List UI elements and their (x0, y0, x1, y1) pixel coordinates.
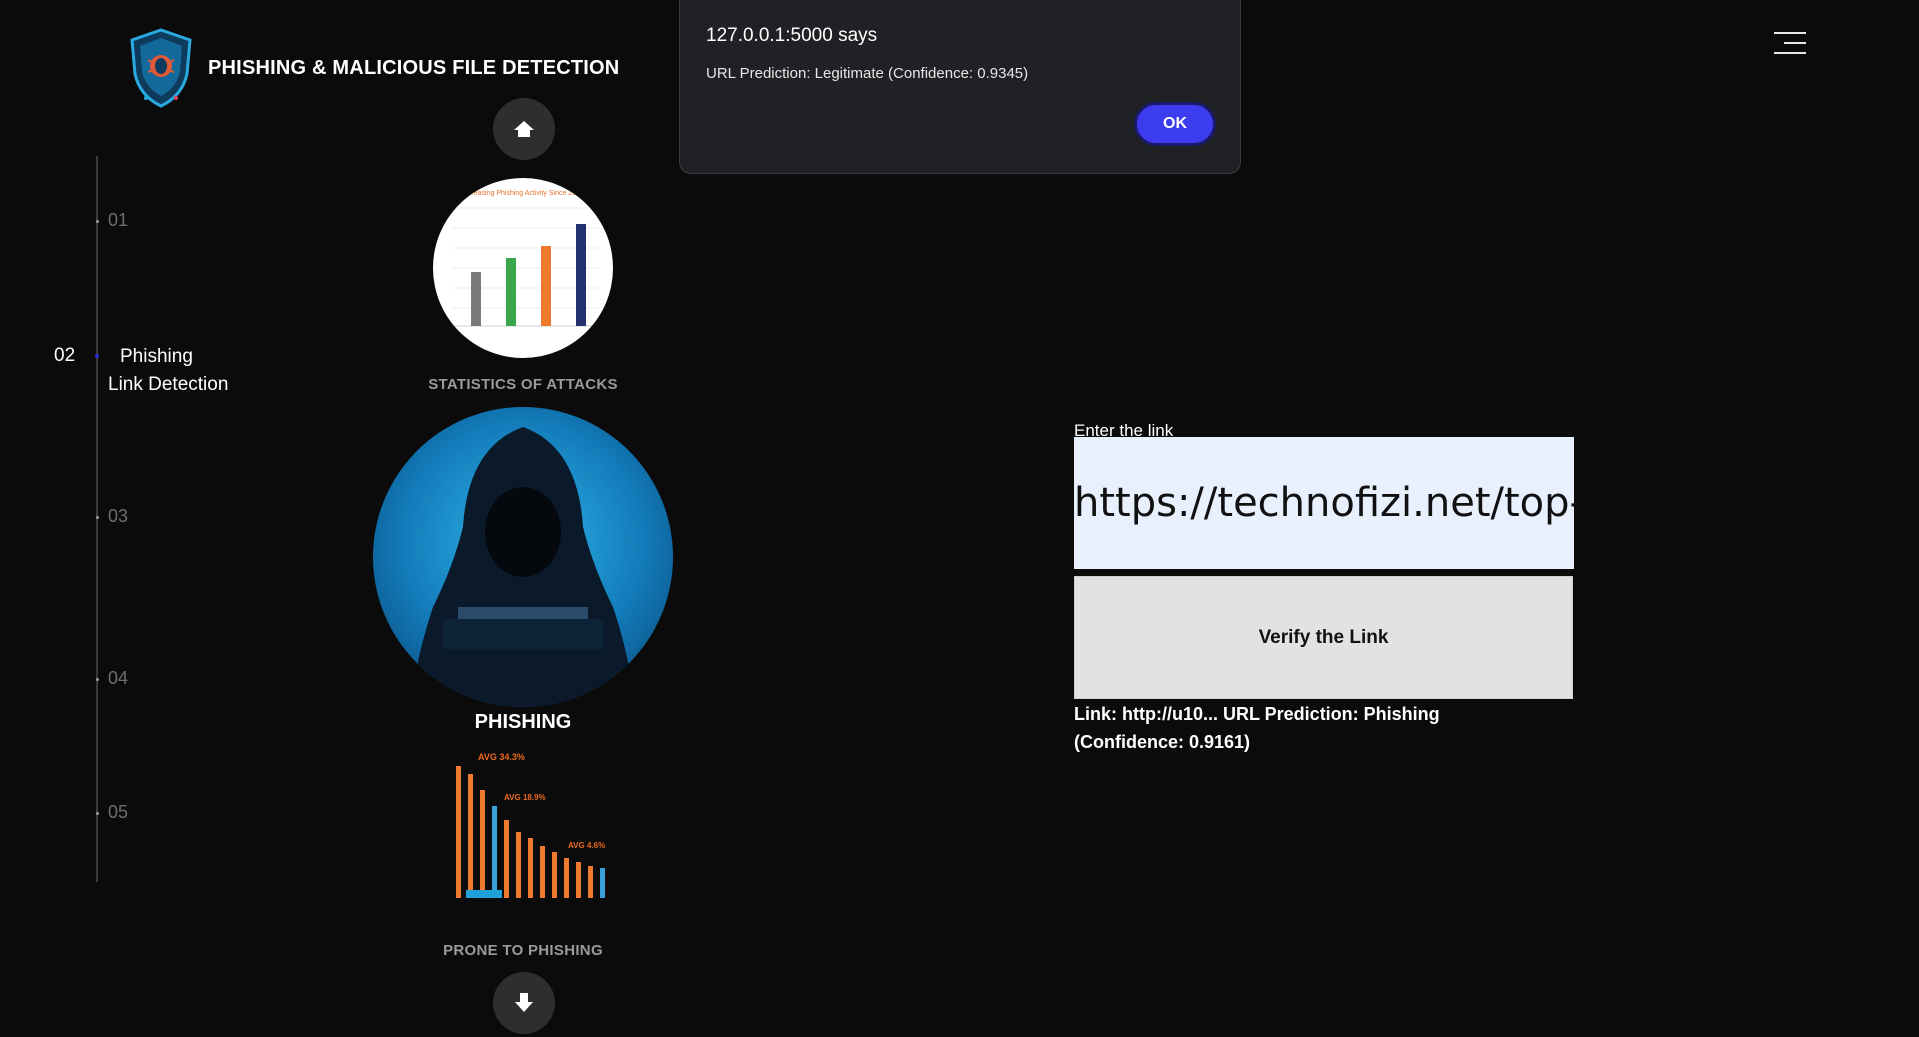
scroll-up-button[interactable] (493, 98, 555, 160)
timeline-number: 05 (108, 802, 129, 822)
menu-icon[interactable] (1774, 32, 1806, 56)
phishing-thumbnail[interactable] (373, 407, 673, 707)
hacker-image (413, 427, 633, 707)
statistics-thumbnail[interactable]: Increasing Phishing Activity Since 2020 (433, 178, 613, 358)
result-line-2: (Confidence: 0.9161) (1074, 732, 1251, 752)
arrow-down-icon (515, 993, 533, 1012)
prone-chart-image: AVG 34.3% AVG 18.9% AVG 4.6% (456, 752, 605, 898)
shield-logo-icon (130, 28, 192, 108)
app-title: PHISHING & MALICIOUS FILE DETECTION (208, 56, 620, 79)
timeline-number: 04 (108, 668, 129, 688)
caption-phishing: PHISHING (474, 711, 572, 733)
timeline-active-number: 02 (54, 345, 76, 366)
ok-button[interactable]: OK (1134, 102, 1216, 146)
caption-prone-to-phishing: PRONE TO PHISHING (443, 942, 603, 959)
scroll-down-button[interactable] (493, 972, 555, 1034)
dialog-title: 127.0.0.1:5000 says (706, 25, 878, 46)
caption-statistics-of-attacks: STATISTICS OF ATTACKS (428, 376, 618, 393)
prone-label-2: AVG 18.9% (504, 793, 546, 802)
timeline-number: 03 (108, 506, 129, 526)
brand: PHISHING & MALICIOUS FILE DETECTION (124, 26, 619, 110)
timeline-line (96, 156, 98, 882)
statistics-chart-image: Increasing Phishing Activity Since 2020 (453, 190, 598, 327)
prone-thumbnail[interactable]: AVG 34.3% AVG 18.9% AVG 4.6% (426, 748, 616, 908)
prediction-result: Link: http://u10... URL Prediction: Phis… (1074, 700, 1494, 756)
home-up-icon (514, 121, 534, 137)
prone-label-1: AVG 34.3% (478, 752, 525, 762)
timeline-number: 01 (108, 210, 129, 230)
verify-link-button[interactable]: Verify the Link (1074, 576, 1573, 699)
timeline-active-label: Phishing Link Detection (108, 346, 229, 395)
prone-label-3: AVG 4.6% (568, 841, 605, 850)
alert-dialog: 127.0.0.1:5000 says URL Prediction: Legi… (679, 0, 1241, 174)
url-input[interactable] (1074, 437, 1574, 569)
stats-chart-title: Increasing Phishing Activity Since 2020 (462, 190, 584, 197)
dialog-message: URL Prediction: Legitimate (Confidence: … (706, 65, 1029, 82)
result-line-1: Link: http://u10... URL Prediction: Phis… (1074, 704, 1440, 724)
